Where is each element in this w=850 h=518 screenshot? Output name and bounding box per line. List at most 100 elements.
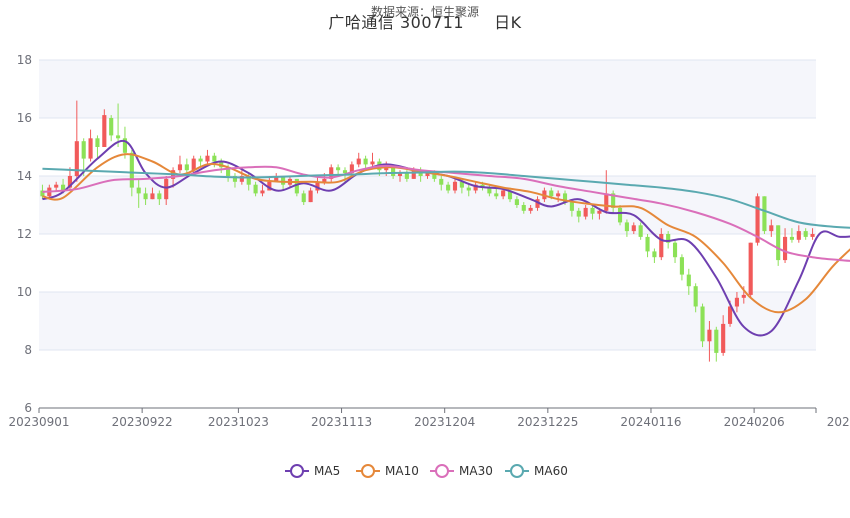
candle-body — [803, 231, 808, 237]
legend: MA5 MA10 MA30 MA60 — [285, 464, 568, 478]
x-tick-label: 20230901 — [8, 415, 69, 429]
candle-body — [501, 190, 506, 197]
candle-body — [645, 236, 650, 252]
y-tick-label: 6 — [24, 401, 32, 415]
candle-body — [617, 207, 623, 223]
x-tick-label: 20231225 — [517, 415, 578, 429]
candle-body — [810, 234, 815, 237]
candle-body — [260, 190, 265, 194]
y-tick-label: 10 — [17, 285, 32, 299]
candle-body — [143, 193, 148, 200]
candle-body — [439, 178, 444, 185]
candle-body — [308, 190, 313, 203]
candle-body — [672, 242, 678, 258]
candle-body — [721, 323, 726, 353]
candle-body — [81, 141, 86, 159]
candle-body — [748, 242, 753, 295]
candle-body — [769, 225, 774, 232]
candle-body — [322, 178, 327, 182]
y-tick-label: 14 — [17, 169, 32, 183]
candle-body — [514, 199, 519, 205]
candle-body — [198, 158, 203, 162]
candle-body — [95, 138, 100, 147]
legend-marker-ma60 — [510, 464, 524, 478]
x-tick-label: 20231023 — [208, 415, 269, 429]
candle-body — [363, 158, 368, 165]
y-tick-label: 16 — [17, 111, 32, 125]
candle-body — [404, 173, 409, 179]
candle-body — [597, 210, 602, 214]
candle-body — [776, 225, 781, 261]
candle-body — [686, 274, 691, 287]
candle-body — [549, 190, 554, 197]
candle-body — [466, 187, 471, 191]
candle-body — [762, 196, 767, 232]
candle-body — [150, 193, 155, 200]
legend-marker-ma5 — [290, 464, 304, 478]
candle-body — [789, 236, 794, 240]
legend-label-ma5: MA5 — [314, 464, 340, 478]
candle-body — [54, 184, 59, 188]
candle-body — [652, 251, 657, 258]
x-tick-label: 20240206 — [724, 415, 785, 429]
candle-body — [734, 297, 739, 307]
candle-body — [301, 193, 306, 203]
candle-body — [583, 207, 588, 217]
x-tick-label: 20240305 — [827, 415, 850, 429]
x-tick-label: 20231204 — [414, 415, 475, 429]
legend-marker-ma10 — [361, 464, 375, 478]
x-tick-label: 20240116 — [620, 415, 681, 429]
candle-body — [590, 207, 595, 214]
candle-body — [700, 306, 705, 342]
candle-body — [102, 115, 107, 147]
y-tick-label: 8 — [24, 343, 32, 357]
candle-body — [782, 236, 788, 261]
y-tick-label: 18 — [17, 53, 32, 67]
candle-body — [336, 167, 341, 171]
candle-body — [556, 193, 561, 197]
x-tick-label: 20230922 — [112, 415, 173, 429]
candle-body — [446, 184, 451, 191]
candle-body — [253, 184, 258, 194]
candle-body — [707, 329, 712, 342]
candle-body — [370, 161, 375, 165]
legend-marker-ma30 — [435, 464, 449, 478]
y-axis: 6 8 10 12 14 16 18 — [17, 53, 32, 415]
candle-body — [796, 231, 801, 240]
legend-label-ma60: MA60 — [534, 464, 568, 478]
candle-body — [205, 155, 210, 162]
y-tick-label: 12 — [17, 227, 32, 241]
candle-body — [177, 164, 183, 171]
candle-body — [88, 138, 93, 159]
grid-band — [39, 60, 816, 118]
candle-body — [679, 257, 684, 275]
candle-body — [157, 193, 162, 200]
candle-body — [638, 225, 643, 237]
candle-body — [391, 167, 396, 176]
plot-background — [39, 60, 816, 350]
candle-body — [576, 210, 581, 217]
candle-body — [452, 181, 458, 191]
candle-body — [624, 222, 629, 232]
candle-body — [604, 193, 609, 211]
candle-body — [129, 152, 134, 188]
grid-band — [39, 176, 816, 234]
grid-band — [39, 292, 816, 350]
candle-body — [521, 205, 526, 211]
candle-body — [659, 234, 664, 258]
candle-body — [569, 202, 574, 211]
candle-body — [714, 329, 719, 353]
candle-body — [693, 286, 698, 307]
x-tick-label: 20231113 — [311, 415, 372, 429]
candle-body — [109, 118, 114, 136]
candle-body — [356, 158, 361, 165]
candle-body — [494, 193, 499, 197]
candle-body — [136, 187, 141, 194]
candle-body — [184, 164, 189, 171]
candle-body — [528, 207, 533, 211]
x-axis: 20230901 20230922 20231023 20231113 20231204… — [8, 407, 850, 429]
candle-body — [342, 170, 348, 174]
legend-label-ma30: MA30 — [459, 464, 493, 478]
candle-body — [741, 294, 746, 298]
legend-label-ma10: MA10 — [385, 464, 419, 478]
